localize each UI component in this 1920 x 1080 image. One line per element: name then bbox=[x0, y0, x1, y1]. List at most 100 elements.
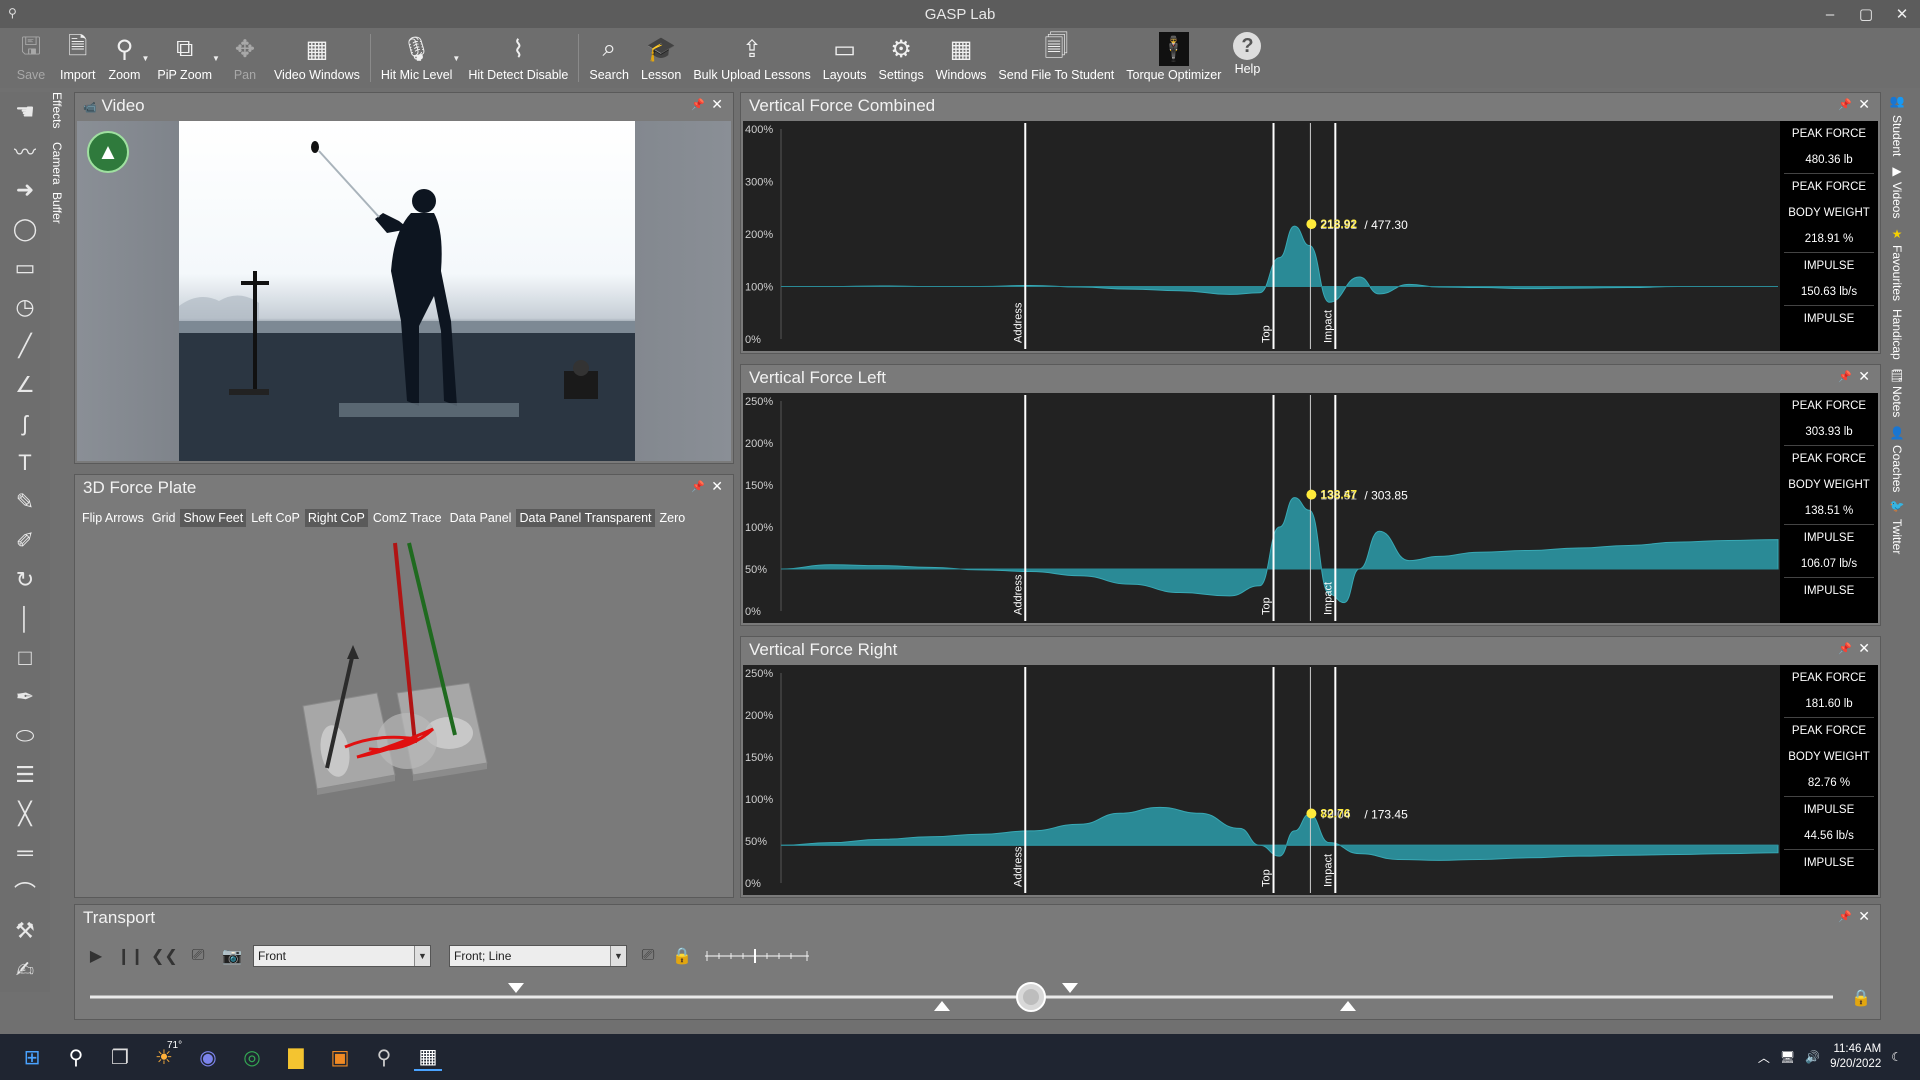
pen-tool-icon[interactable]: ✎ bbox=[0, 482, 50, 521]
network-icon[interactable]: 🖥 bbox=[1780, 1050, 1795, 1064]
effects-tab[interactable]: Effects bbox=[50, 92, 64, 142]
left-cop-toggle[interactable]: Left CoP bbox=[248, 509, 303, 527]
spine-tool-icon[interactable]: ʃ bbox=[0, 404, 50, 443]
handicap-tab[interactable]: Handicap bbox=[1890, 305, 1904, 364]
vfl-chart[interactable]: 250% 200% 150% 100% 50% 0% Address Top Impact 138… bbox=[743, 393, 1780, 623]
video-windows-button[interactable]: ▦ Video Windows bbox=[270, 28, 364, 88]
maximize-button[interactable]: ▢ bbox=[1848, 0, 1884, 28]
play-icon[interactable]: ▶ bbox=[83, 946, 109, 966]
club-tool-icon[interactable]: ⚒ bbox=[0, 911, 50, 950]
close-icon[interactable]: ✕ bbox=[1858, 96, 1870, 113]
layouts-button[interactable]: ▭ Layouts bbox=[819, 28, 871, 88]
hit-detect-disable-button[interactable]: ⌇ Hit Detect Disable bbox=[464, 28, 572, 88]
text-tool-icon[interactable]: T bbox=[0, 443, 50, 482]
save-button[interactable]: 🖫 Save bbox=[10, 28, 52, 88]
close-icon[interactable]: ✕ bbox=[1858, 368, 1870, 385]
video-viewport[interactable]: ▲ bbox=[77, 121, 731, 461]
camera-tab[interactable]: Camera bbox=[50, 142, 64, 192]
torque-optimizer-button[interactable]: 🕴 Torque Optimizer bbox=[1122, 28, 1225, 88]
data-panel-toggle[interactable]: Data Panel bbox=[447, 509, 515, 527]
circle-tool-icon[interactable]: ◯ bbox=[0, 209, 50, 248]
import-button[interactable]: 🗎 Import bbox=[56, 28, 99, 88]
windows-start-icon[interactable]: ⊞ bbox=[18, 1043, 46, 1071]
edit-tool-icon[interactable]: ✍ bbox=[0, 950, 50, 989]
close-icon[interactable]: ✕ bbox=[1858, 640, 1870, 657]
hit-mic-level-button[interactable]: 🎙 Hit Mic Level bbox=[377, 28, 457, 88]
chrome-icon[interactable]: ◎ bbox=[238, 1043, 266, 1071]
file-explorer-icon[interactable]: ▇ bbox=[282, 1043, 310, 1071]
rotate-tool-icon[interactable]: ↻ bbox=[0, 560, 50, 599]
pause-icon[interactable]: ❙❙ bbox=[117, 946, 144, 966]
videos-tab[interactable]: ▶ Videos bbox=[1890, 160, 1904, 222]
grid-toggle[interactable]: Grid bbox=[149, 509, 179, 527]
timeline-track[interactable]: 🔒 bbox=[75, 975, 1880, 1019]
record-camera-icon[interactable]: ⎚ bbox=[185, 947, 211, 965]
close-window-button[interactable]: ✕ bbox=[1884, 0, 1920, 28]
rectangle-tool-icon[interactable]: ▭ bbox=[0, 248, 50, 287]
teams-icon[interactable]: ◉ bbox=[194, 1043, 222, 1071]
flip-arrows-toggle[interactable]: Flip Arrows bbox=[79, 509, 147, 527]
buffer-tab[interactable]: Buffer bbox=[50, 192, 64, 242]
right-cop-toggle[interactable]: Right CoP bbox=[304, 509, 368, 527]
zero-button[interactable]: Zero bbox=[657, 509, 689, 527]
twitter-tab[interactable]: 🐦 Twitter bbox=[1890, 496, 1904, 558]
taskbar-search-icon[interactable]: ⚲ bbox=[62, 1043, 90, 1071]
snapshot-icon[interactable]: 📷 bbox=[219, 946, 245, 966]
golf-app-icon[interactable]: ⚲ bbox=[370, 1043, 398, 1071]
lines-tool-icon[interactable]: ☰ bbox=[0, 755, 50, 794]
pin-icon[interactable]: 📌 bbox=[1838, 642, 1852, 655]
clock-tool-icon[interactable]: ◷ bbox=[0, 287, 50, 326]
clock[interactable]: 11:46 AM 9/20/2022 bbox=[1830, 1042, 1881, 1072]
task-view-icon[interactable]: ❐ bbox=[106, 1043, 134, 1071]
video-frame[interactable] bbox=[179, 121, 635, 461]
data-panel-transparent-toggle[interactable]: Data Panel Transparent bbox=[516, 509, 655, 527]
curve-tool-icon[interactable]: ⌒ bbox=[0, 872, 50, 911]
pin-icon[interactable]: 📌 bbox=[1838, 370, 1852, 383]
show-feet-toggle[interactable]: Show Feet bbox=[180, 509, 247, 527]
close-icon[interactable]: ✕ bbox=[1858, 908, 1870, 925]
line-tool-icon[interactable]: ╱ bbox=[0, 326, 50, 365]
pin-icon[interactable]: 📌 bbox=[691, 98, 705, 111]
speed-slider[interactable] bbox=[703, 945, 813, 967]
favourites-tab[interactable]: ★ Favourites bbox=[1890, 223, 1904, 305]
minimize-button[interactable]: – bbox=[1812, 0, 1848, 28]
arrow-tool-icon[interactable]: ➜ bbox=[0, 170, 50, 209]
search-button[interactable]: ⌕ Search bbox=[585, 28, 633, 88]
lesson-button[interactable]: 🎓 Lesson bbox=[637, 28, 685, 88]
mic-dropdown-icon[interactable]: ▼ bbox=[452, 54, 460, 63]
bulk-upload-button[interactable]: ⇪ Bulk Upload Lessons bbox=[689, 28, 814, 88]
eyedropper-tool-icon[interactable]: ✒ bbox=[0, 677, 50, 716]
zoom-dropdown-icon[interactable]: ▼ bbox=[141, 54, 149, 63]
coaches-tab[interactable]: 👤 Coaches bbox=[1890, 422, 1904, 496]
tps-icon[interactable]: ▣ bbox=[326, 1043, 354, 1071]
close-icon[interactable]: ✕ bbox=[711, 478, 723, 495]
chevron-up-icon[interactable]: ︿ bbox=[1758, 1049, 1770, 1066]
moon-icon[interactable]: ☾ bbox=[1891, 1050, 1902, 1064]
freehand-tool-icon[interactable]: 〰 bbox=[0, 131, 50, 170]
cross-tool-icon[interactable]: ╳ bbox=[0, 794, 50, 833]
vertical-line-tool-icon[interactable]: │ bbox=[0, 599, 50, 638]
comz-trace-toggle[interactable]: ComZ Trace bbox=[370, 509, 445, 527]
mode-select[interactable]: Front; Line ▼ bbox=[449, 945, 627, 967]
pin-icon[interactable]: 📌 bbox=[1838, 98, 1852, 111]
settings-button[interactable]: ⚙ Settings bbox=[875, 28, 928, 88]
close-icon[interactable]: ✕ bbox=[711, 96, 723, 113]
square-tool-icon[interactable]: □ bbox=[0, 638, 50, 677]
rewind-icon[interactable]: ❮❮ bbox=[151, 946, 178, 966]
volume-icon[interactable]: 🔊 bbox=[1805, 1050, 1820, 1064]
camera-icon[interactable]: ⎚ bbox=[635, 947, 661, 965]
notes-tab[interactable]: 🗒 Notes bbox=[1890, 363, 1904, 422]
ellipse-tool-icon[interactable]: ⬭ bbox=[0, 716, 50, 755]
windows-button[interactable]: ▦ Windows bbox=[932, 28, 991, 88]
force-plate-3d-view[interactable] bbox=[77, 533, 731, 895]
pip-zoom-button[interactable]: ⧉ PiP Zoom bbox=[153, 28, 216, 88]
vfr-chart[interactable]: 250%200%150%100%50%0% Address Top Impact82.… bbox=[743, 665, 1780, 895]
horizontal-lines-tool-icon[interactable]: ═ bbox=[0, 833, 50, 872]
pin-icon[interactable]: 📌 bbox=[691, 480, 705, 493]
view-select[interactable]: Front ▼ bbox=[253, 945, 431, 967]
help-button[interactable]: ? Help bbox=[1229, 28, 1265, 88]
timeline[interactable]: 🔒 bbox=[75, 975, 1880, 1019]
pan-button[interactable]: ✥ Pan bbox=[224, 28, 266, 88]
pip-dropdown-icon[interactable]: ▼ bbox=[212, 54, 220, 63]
pin-icon[interactable]: 📌 bbox=[1838, 910, 1852, 923]
